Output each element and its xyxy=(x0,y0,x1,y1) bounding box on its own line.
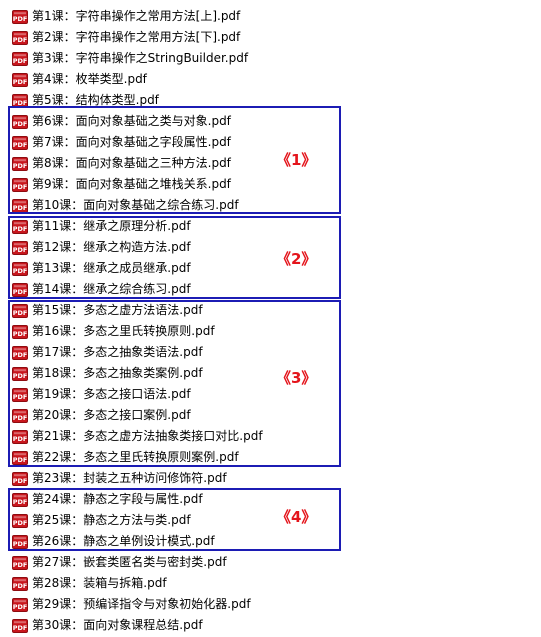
pdf-file-icon: PDF xyxy=(12,576,28,591)
svg-text:PDF: PDF xyxy=(13,78,28,86)
pdf-file-icon: PDF xyxy=(12,597,28,612)
file-item[interactable]: PDF 第23课：封装之五种访问修饰符.pdf xyxy=(12,467,263,488)
svg-text:PDF: PDF xyxy=(13,603,28,611)
file-item[interactable]: PDF 第28课：装箱与拆箱.pdf xyxy=(12,572,263,593)
pdf-file-icon: PDF xyxy=(12,93,28,108)
file-name: 第1课：字符串操作之常用方法[上].pdf xyxy=(32,9,241,23)
svg-text:PDF: PDF xyxy=(13,477,28,485)
pdf-file-icon: PDF xyxy=(12,555,28,570)
file-item[interactable]: PDF 第2课：字符串操作之常用方法[下].pdf xyxy=(12,26,263,47)
file-name: 第3课：字符串操作之StringBuilder.pdf xyxy=(32,51,249,65)
svg-text:PDF: PDF xyxy=(13,57,28,65)
group-label-3: 《3》 xyxy=(276,369,317,387)
pdf-file-icon: PDF xyxy=(12,72,28,87)
group-label-2: 《2》 xyxy=(276,250,317,268)
pdf-file-icon: PDF xyxy=(12,51,28,66)
file-name: 第27课：嵌套类匿名类与密封类.pdf xyxy=(32,555,227,569)
file-name: 第30课：面向对象课程总结.pdf xyxy=(32,618,203,632)
svg-text:PDF: PDF xyxy=(13,624,28,632)
file-item[interactable]: PDF 第3课：字符串操作之StringBuilder.pdf xyxy=(12,47,263,68)
file-item[interactable]: PDF 第1课：字符串操作之常用方法[上].pdf xyxy=(12,5,263,26)
svg-text:PDF: PDF xyxy=(13,561,28,569)
file-name: 第29课：预编译指令与对象初始化器.pdf xyxy=(32,597,251,611)
pdf-file-icon: PDF xyxy=(12,30,28,45)
file-item[interactable]: PDF 第29课：预编译指令与对象初始化器.pdf xyxy=(12,593,263,614)
file-name: 第4课：枚举类型.pdf xyxy=(32,72,147,86)
file-name: 第23课：封装之五种访问修饰符.pdf xyxy=(32,471,227,485)
svg-text:PDF: PDF xyxy=(13,36,28,44)
file-item[interactable]: PDF 第27课：嵌套类匿名类与密封类.pdf xyxy=(12,551,263,572)
file-name: 第2课：字符串操作之常用方法[下].pdf xyxy=(32,30,241,44)
file-item[interactable]: PDF 第30课：面向对象课程总结.pdf xyxy=(12,614,263,635)
pdf-file-icon: PDF xyxy=(12,618,28,633)
group-label-1: 《1》 xyxy=(276,151,317,169)
pdf-file-icon: PDF xyxy=(12,9,28,24)
pdf-file-icon: PDF xyxy=(12,471,28,486)
svg-text:PDF: PDF xyxy=(13,582,28,590)
file-name: 第28课：装箱与拆箱.pdf xyxy=(32,576,167,590)
file-item[interactable]: PDF 第4课：枚举类型.pdf xyxy=(12,68,263,89)
svg-text:PDF: PDF xyxy=(13,15,28,23)
group-label-4: 《4》 xyxy=(276,508,317,526)
